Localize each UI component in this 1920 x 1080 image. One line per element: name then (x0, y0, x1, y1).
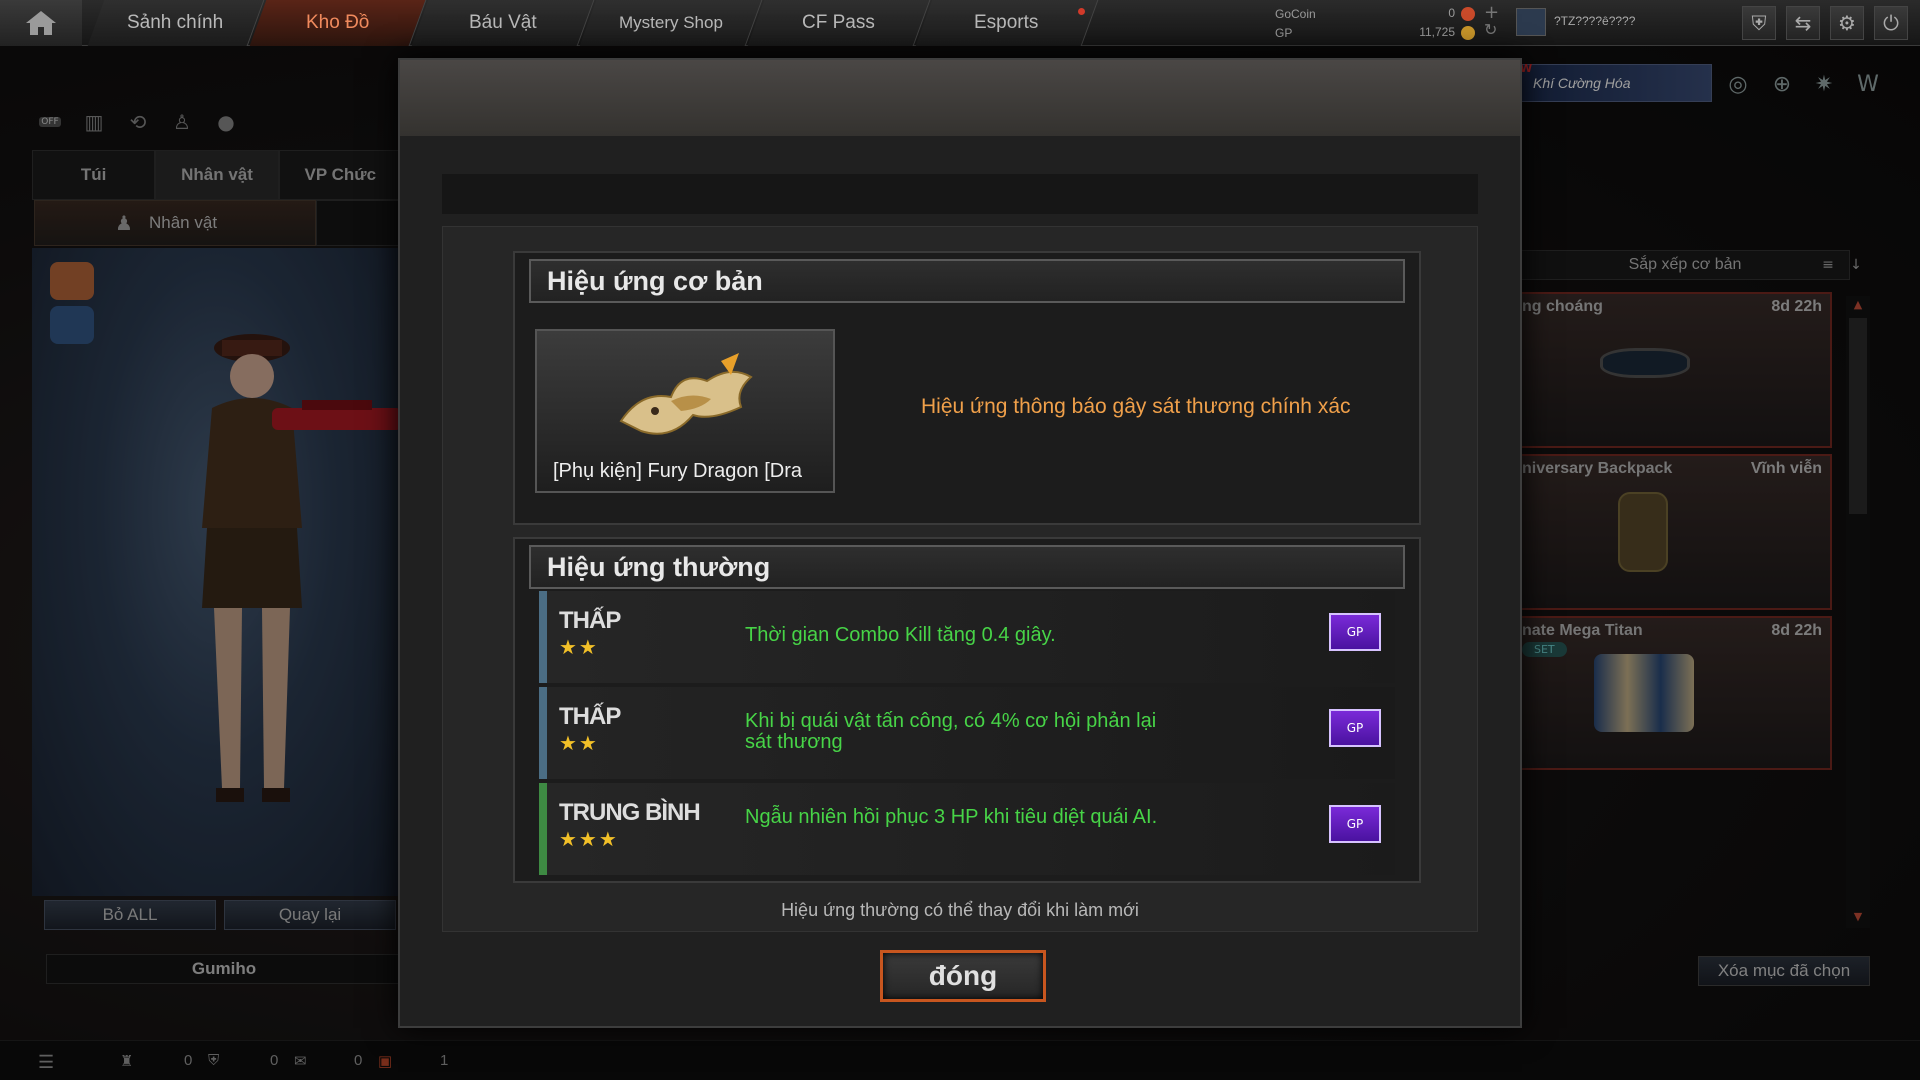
basic-effect-section: Hiệu ứng cơ bản [Phụ kiện] Fury Dragon [… (513, 251, 1421, 525)
normal-effect-title: Hiệu ứng thường (529, 545, 1405, 589)
home-button[interactable] (0, 0, 82, 46)
effect-stars: ★★ (559, 635, 599, 659)
item-box: [Phụ kiện] Fury Dragon [Dra (535, 329, 835, 493)
effect-stars: ★★★ (559, 827, 619, 851)
modal-header (400, 60, 1520, 136)
notification-dot (1078, 8, 1085, 15)
effect-grade: THẤP (559, 703, 621, 730)
refresh-effect-icon[interactable]: GP (1329, 709, 1381, 747)
effect-row: THẤP ★★ Khi bị quái vật tấn công, có 4% … (539, 687, 1395, 779)
user-name: ?TZ????ê???? (1554, 14, 1636, 28)
gear-icon[interactable]: ⚙ (1830, 6, 1864, 40)
effect-modal: Hiệu ứng cơ bản [Phụ kiện] Fury Dragon [… (398, 58, 1522, 1028)
item-name: [Phụ kiện] Fury Dragon [Dra (553, 460, 802, 482)
modal-content: Hiệu ứng cơ bản [Phụ kiện] Fury Dragon [… (442, 226, 1478, 932)
home-icon (26, 11, 56, 35)
tab-esports[interactable]: Esports (915, 0, 1099, 46)
tab-bau-vat[interactable]: Báu Vật (411, 0, 595, 46)
effect-row: TRUNG BÌNH ★★★ Ngẫu nhiên hồi phục 3 HP … (539, 783, 1395, 875)
tab-cf-pass[interactable]: CF Pass (747, 0, 931, 46)
effect-grade: THẤP (559, 607, 621, 634)
normal-effect-section: Hiệu ứng thường THẤP ★★ Thời gian Combo … (513, 537, 1421, 883)
fury-dragon-icon (619, 353, 753, 435)
tab-mystery-shop[interactable]: Mystery Shop (579, 0, 763, 46)
gocoin-label: GoCoin (1275, 6, 1316, 21)
refresh-effect-icon[interactable]: GP (1329, 613, 1381, 651)
top-nav-bar: Sảnh chính Kho Đồ Báu Vật Mystery Shop C… (0, 0, 1920, 46)
effect-text: Khi bị quái vật tấn công, có 4% cơ hội p… (745, 710, 1157, 753)
effect-footnote: Hiệu ứng thường có thể thay đổi khi làm … (781, 900, 1139, 920)
modal-title-strip (442, 174, 1478, 214)
gocoin-value: 0 (1448, 6, 1455, 21)
effect-row: THẤP ★★ Thời gian Combo Kill tăng 0.4 gi… (539, 591, 1395, 683)
effect-text: Ngẫu nhiên hồi phục 3 HP khi tiêu diệt q… (745, 806, 1158, 828)
shield-icon[interactable]: ⛨ (1742, 6, 1776, 40)
exit-icon[interactable]: ⇆ (1786, 6, 1820, 40)
gp-label: GP (1275, 25, 1293, 40)
user-rank-icon (1516, 8, 1546, 36)
effect-text: Thời gian Combo Kill tăng 0.4 giây. (745, 624, 1056, 646)
refresh-icon[interactable]: ↻ (1484, 20, 1497, 39)
gp-coin-icon (1461, 25, 1475, 40)
power-icon[interactable]: ⏻ (1874, 6, 1908, 40)
gp-value: 11,725 (1419, 25, 1455, 40)
currency-panel: GoCoin 0 GP 11,725 (1275, 4, 1475, 42)
tab-kho-do[interactable]: Kho Đồ (249, 0, 427, 46)
tab-sanh-chinh[interactable]: Sảnh chính (87, 0, 265, 46)
effect-grade: TRUNG BÌNH (559, 799, 701, 826)
basic-effect-title: Hiệu ứng cơ bản (529, 259, 1405, 303)
effect-stars: ★★ (559, 731, 599, 755)
basic-effect-text: Hiệu ứng thông báo gây sát thương chính … (921, 395, 1351, 418)
refresh-effect-icon[interactable]: GP (1329, 805, 1381, 843)
close-button[interactable]: đóng (880, 950, 1046, 1002)
gocoin-icon (1461, 6, 1475, 21)
